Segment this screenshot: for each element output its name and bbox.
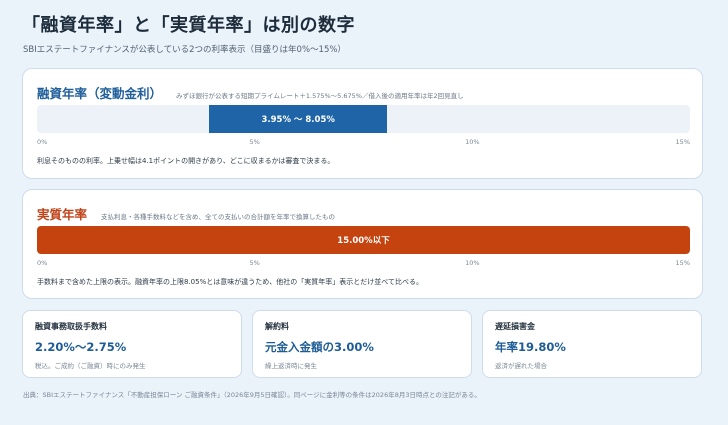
financing-rate-bar: 3.95% 〜 8.05% [208, 105, 388, 133]
axis-tick-label: 10% [465, 138, 480, 146]
axis-tick-label: 0% [37, 138, 48, 146]
real-rate-note: 支払利息・各種手数料などを含め、全ての支払いの合計額を年率で換算したもの [101, 213, 336, 221]
real-rate-bar: 15.00%以下 [37, 226, 690, 254]
real-rate-header: 実質年率 支払利息・各種手数料などを含め、全ての支払いの合計額を年率で換算したも… [37, 204, 335, 223]
financing-rate-panel: 融資年率（変動金利） みずほ銀行が公表する短期プライムレート＋1.575%〜5.… [22, 68, 703, 179]
real-rate-title: 実質年率 [37, 207, 88, 222]
card-note: 繰上返済時に発生 [265, 362, 317, 370]
financing-rate-note: みずほ銀行が公表する短期プライムレート＋1.575%〜5.675%／借入後の適用… [176, 92, 464, 100]
real-rate-track: 15.00%以下 [37, 226, 690, 254]
real-rate-description: 手数料まで含めた上限の表示。融資年率の上限8.05%とは意味が違うため、他社の「… [37, 278, 423, 286]
card-note: 税込。ご成約（ご融資）時にのみ発生 [35, 362, 146, 370]
page-title: 「融資年率」と「実質年率」は別の数字 [22, 15, 355, 36]
card-value: 2.20%〜2.75% [35, 340, 127, 354]
financing-rate-header: 融資年率（変動金利） みずほ銀行が公表する短期プライムレート＋1.575%〜5.… [37, 83, 464, 102]
card-label: 遅延損害金 [495, 322, 535, 331]
real-rate-bar-label: 15.00%以下 [337, 236, 390, 246]
fee-card-handling: 融資事務取扱手数料 2.20%〜2.75% 税込。ご成約（ご融資）時にのみ発生 [22, 310, 242, 378]
axis-tick-label: 5% [249, 259, 260, 267]
axis-tick-label: 15% [675, 138, 690, 146]
financing-rate-bar-label: 3.95% 〜 8.05% [261, 115, 335, 125]
axis-tick-label: 10% [465, 259, 480, 267]
axis-tick-label: 0% [37, 259, 48, 267]
card-label: 融資事務取扱手数料 [35, 322, 107, 331]
fee-card-late-charge: 遅延損害金 年率19.80% 返済が遅れた場合 [482, 310, 702, 378]
financing-rate-track: 3.95% 〜 8.05% [37, 105, 690, 133]
financing-rate-description: 利息そのものの利率。上乗せ幅は4.1ポイントの開きがあり、どこに収まるかは審査で… [37, 157, 335, 165]
financing-rate-title: 融資年率（変動金利） [37, 86, 163, 101]
card-value: 元金入金額の3.00% [265, 340, 374, 354]
page-subtitle: SBIエステートファイナンスが公表している2つの利率表示（目盛りは年0%〜15%… [23, 45, 346, 55]
axis-tick-label: 5% [249, 138, 260, 146]
card-note: 返済が遅れた場合 [495, 362, 547, 370]
fee-card-cancellation: 解約料 元金入金額の3.00% 繰上返済時に発生 [252, 310, 472, 378]
source-note: 出典：SBIエステートファイナンス「不動産担保ローン ご融資条件」（2026年9… [23, 391, 481, 399]
card-label: 解約料 [265, 322, 289, 331]
axis-tick-label: 15% [675, 259, 690, 267]
real-rate-panel: 実質年率 支払利息・各種手数料などを含め、全ての支払いの合計額を年率で換算したも… [22, 189, 703, 299]
card-value: 年率19.80% [495, 340, 566, 354]
